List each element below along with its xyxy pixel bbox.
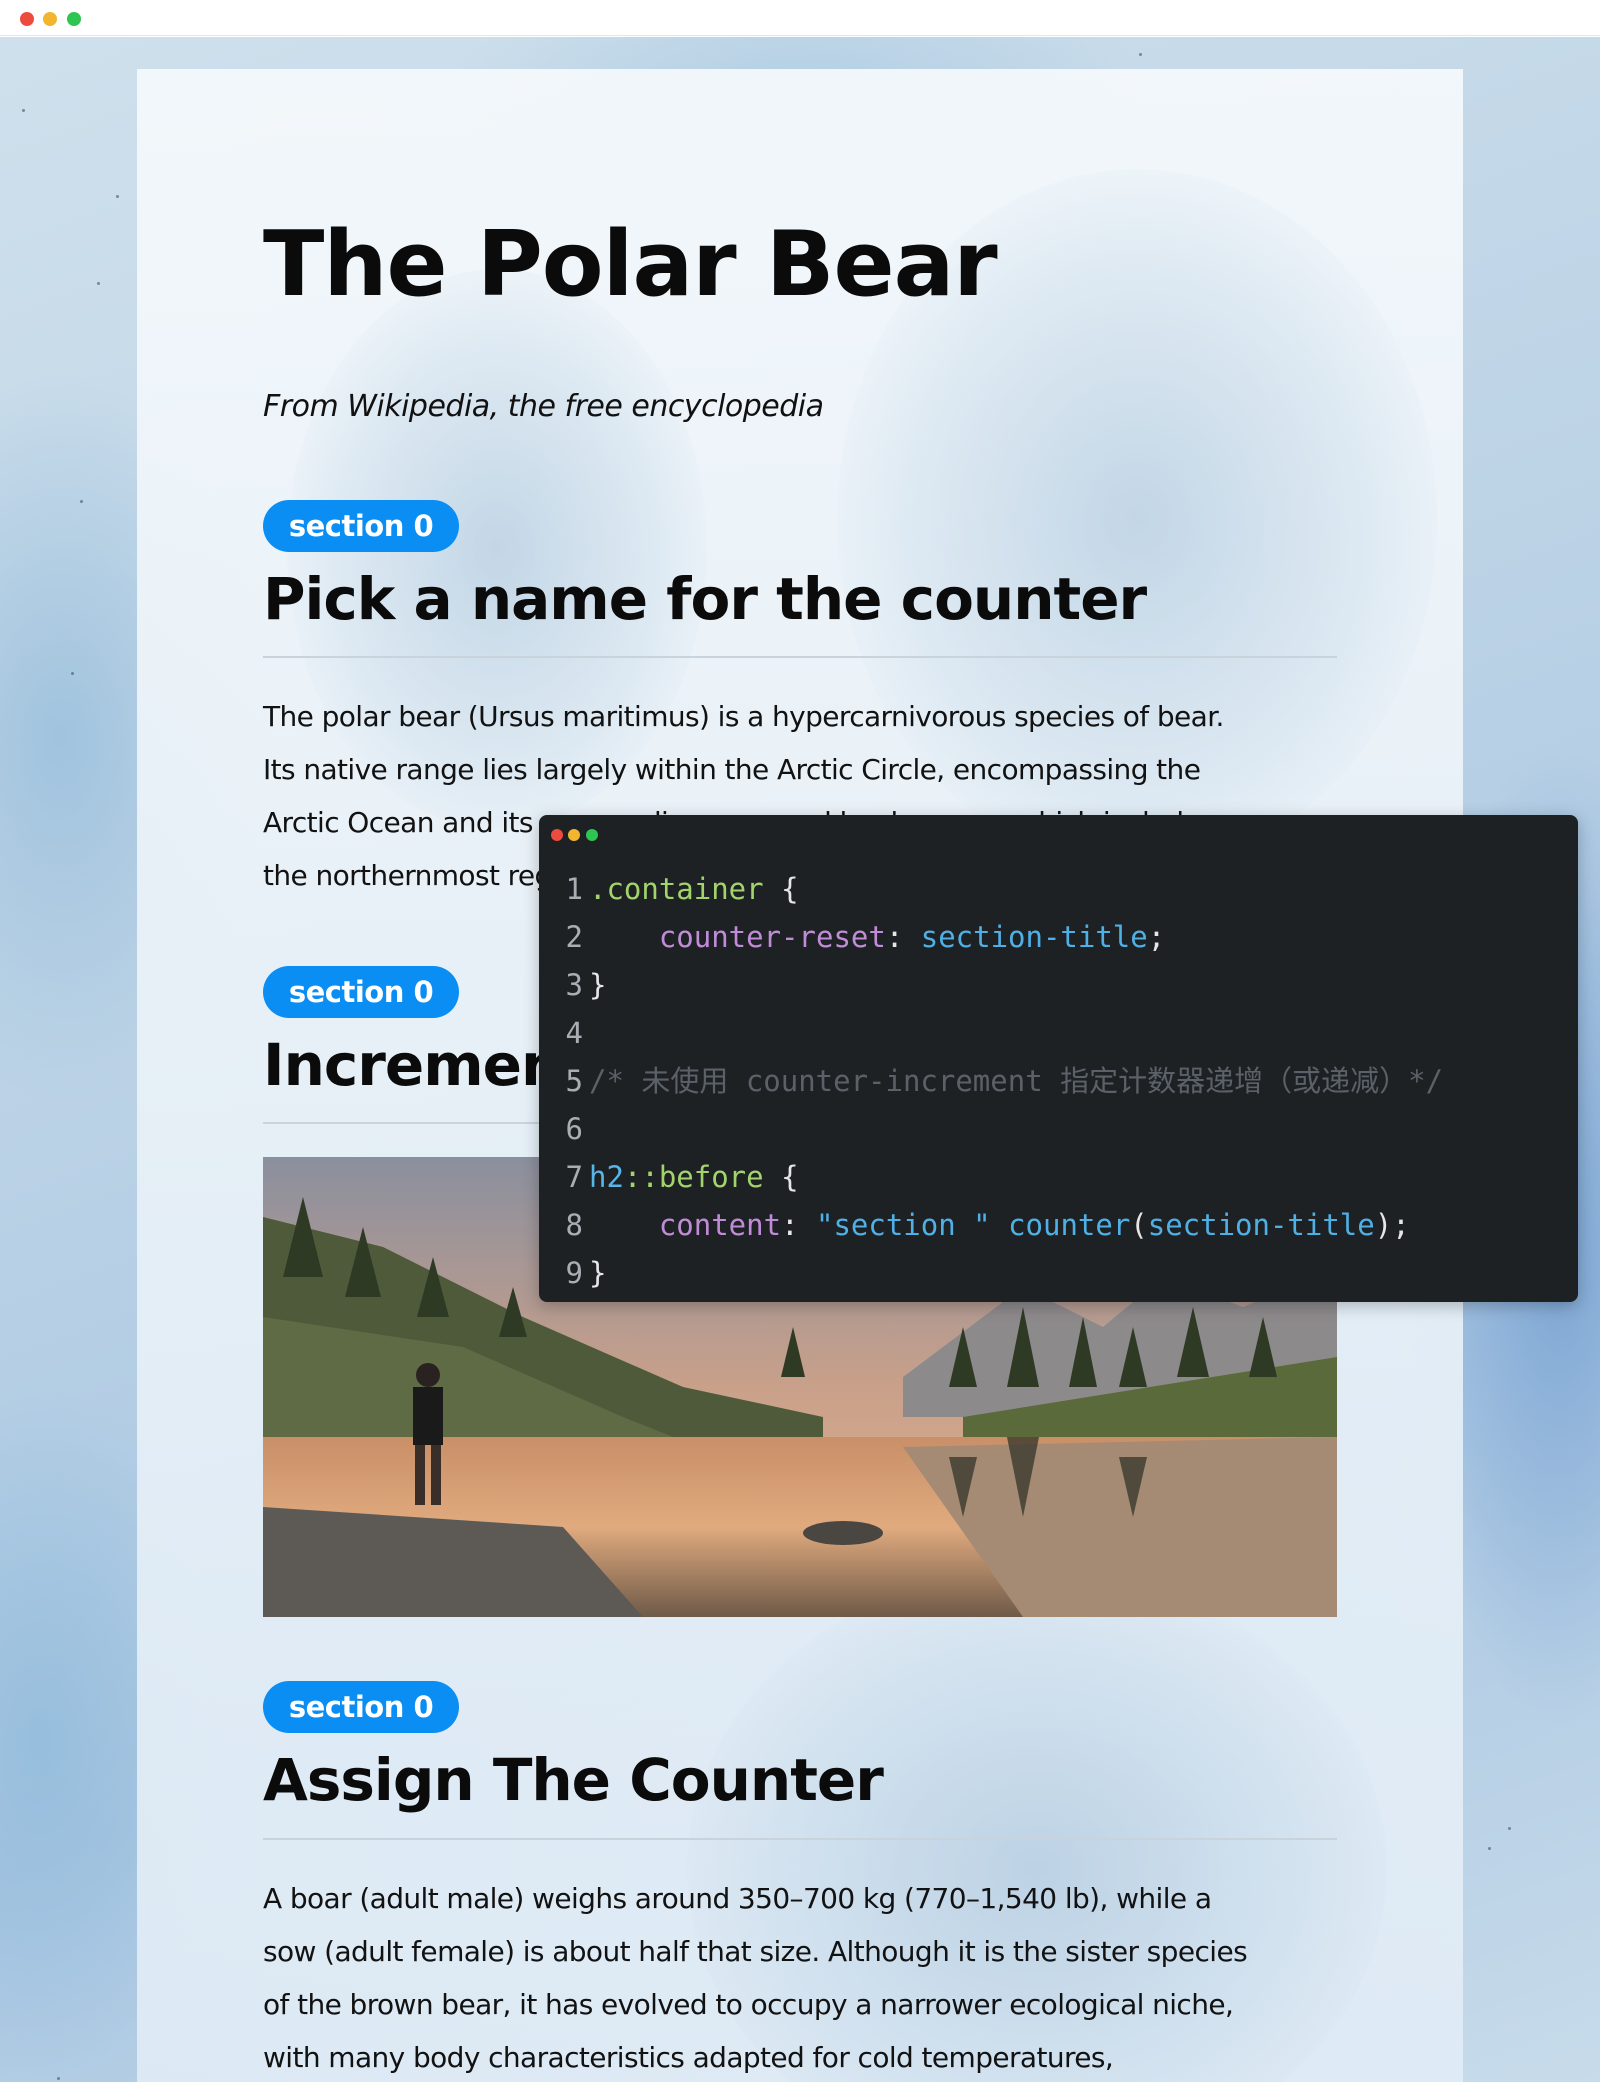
section-badge: section 0	[263, 1681, 459, 1733]
code-line: 7 h2::before {	[565, 1160, 799, 1194]
code-window-maximize-dot	[586, 829, 598, 841]
section-divider	[263, 656, 1337, 658]
section-heading: Pick a name for the counter	[263, 565, 1147, 633]
article-subtitle: From Wikipedia, the free encyclopedia	[263, 389, 824, 424]
code-line: 8 content: "section " counter(section-ti…	[565, 1208, 1410, 1242]
section-paragraph: A boar (adult male) weighs around 350–70…	[263, 1872, 1353, 2082]
paragraph-line: Its native range lies largely within the…	[263, 753, 1201, 786]
paragraph-line: A boar (adult male) weighs around 350–70…	[263, 1882, 1212, 1915]
section-heading: Assign The Counter	[263, 1746, 884, 1814]
section-divider	[263, 1838, 1337, 1840]
window-titlebar	[0, 0, 1600, 36]
article-title: The Polar Bear	[263, 212, 998, 317]
code-line: 2 counter-reset: section-title;	[565, 920, 1166, 954]
code-line: 3}	[565, 968, 607, 1002]
paragraph-line: of the brown bear, it has evolved to occ…	[263, 1988, 1234, 2021]
code-window-close-dot	[551, 829, 563, 841]
section-badge: section 0	[263, 500, 459, 552]
code-line: 6	[565, 1112, 583, 1146]
maximize-window-button[interactable]	[67, 12, 81, 26]
code-snippet-window: 1 .container { 2 counter-reset: section-t…	[539, 815, 1578, 1302]
paragraph-line: sow (adult female) is about half that si…	[263, 1935, 1248, 1968]
code-window-minimize-dot	[568, 829, 580, 841]
close-window-button[interactable]	[20, 12, 34, 26]
code-line: 4	[565, 1016, 583, 1050]
minimize-window-button[interactable]	[43, 12, 57, 26]
paragraph-line: The polar bear (Ursus maritimus) is a hy…	[263, 700, 1224, 733]
section-badge: section 0	[263, 966, 459, 1018]
code-line: 9}	[565, 1256, 607, 1290]
code-line: 1 .container {	[565, 872, 799, 906]
paragraph-line: with many body characteristics adapted f…	[263, 2041, 1114, 2074]
code-line: 5/* 未使用 counter-increment 指定计数器递增（或递减）*/	[565, 1064, 1444, 1098]
